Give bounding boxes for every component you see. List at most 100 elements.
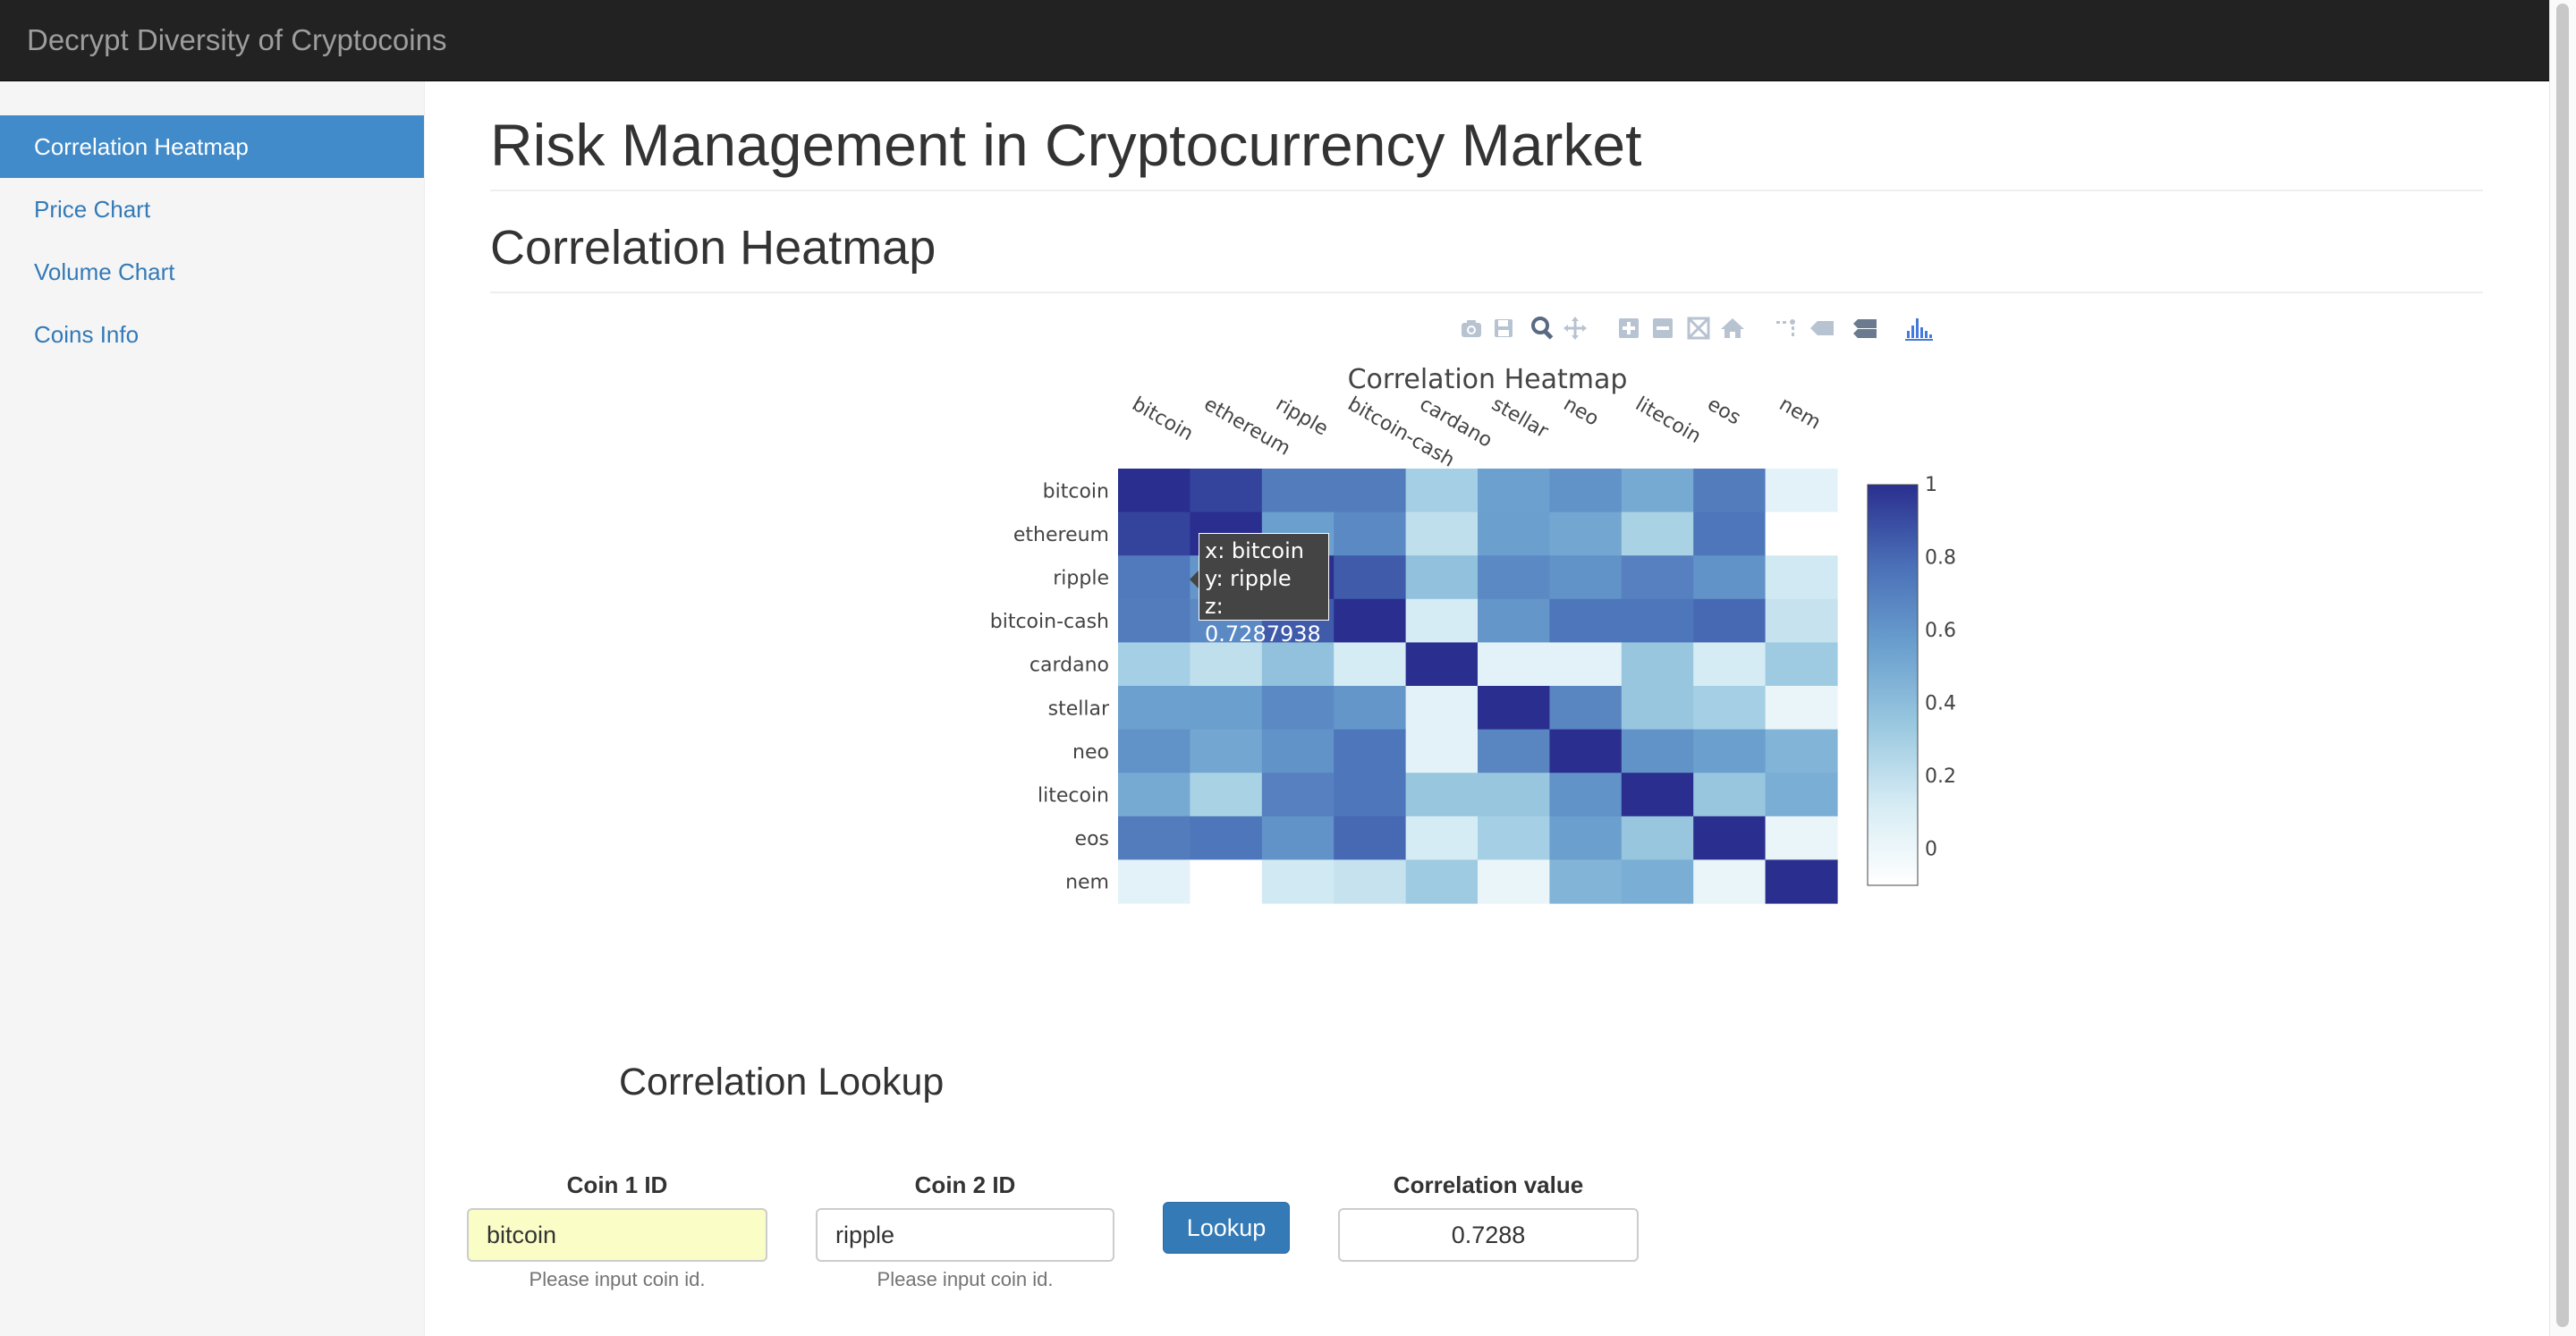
- hover-closest-icon[interactable]: [1807, 313, 1837, 343]
- heatmap-cell-eos-ripple[interactable]: [1261, 816, 1335, 860]
- sidebar-item-volume-chart[interactable]: Volume Chart: [0, 241, 424, 303]
- heatmap-cell-cardano-eos[interactable]: [1693, 642, 1767, 687]
- home-icon[interactable]: [1717, 313, 1748, 343]
- heatmap-cell-bitcoin-litecoin[interactable]: [1621, 469, 1694, 513]
- heatmap-cell-stellar-ethereum[interactable]: [1190, 686, 1263, 731]
- heatmap-cell-eos-litecoin[interactable]: [1621, 816, 1694, 860]
- heatmap-cell-bitcoin-cash-bitcoin-cash[interactable]: [1334, 598, 1407, 643]
- heatmap-cell-nem-litecoin[interactable]: [1621, 859, 1694, 904]
- heatmap-cell-cardano-litecoin[interactable]: [1621, 642, 1694, 687]
- heatmap-cell-bitcoin-ripple[interactable]: [1261, 469, 1335, 513]
- heatmap-cell-ethereum-bitcoin[interactable]: [1118, 512, 1191, 556]
- heatmap-cell-neo-bitcoin[interactable]: [1118, 729, 1191, 774]
- pan-icon[interactable]: [1560, 313, 1590, 343]
- heatmap-cell-nem-cardano[interactable]: [1405, 859, 1479, 904]
- heatmap-cell-ripple-nem[interactable]: [1765, 555, 1838, 600]
- heatmap-cell-ripple-stellar[interactable]: [1478, 555, 1550, 600]
- heatmap-cell-bitcoin-cash-nem[interactable]: [1765, 598, 1838, 643]
- heatmap-cell-litecoin-bitcoin[interactable]: [1118, 773, 1191, 817]
- spike-lines-icon[interactable]: [1771, 313, 1801, 343]
- heatmap-cell-nem-ethereum[interactable]: [1190, 859, 1263, 904]
- sidebar-item-coins-info[interactable]: Coins Info: [0, 303, 424, 366]
- heatmap-cell-litecoin-eos[interactable]: [1693, 773, 1767, 817]
- heatmap-cell-ethereum-cardano[interactable]: [1405, 512, 1479, 556]
- heatmap-cell-neo-ethereum[interactable]: [1190, 729, 1263, 774]
- heatmap-cell-ethereum-eos[interactable]: [1693, 512, 1767, 556]
- heatmap-cell-bitcoin-bitcoin[interactable]: [1118, 469, 1191, 513]
- heatmap-cell-eos-bitcoin[interactable]: [1118, 816, 1191, 860]
- heatmap-cell-bitcoin-cash-stellar[interactable]: [1478, 598, 1550, 643]
- heatmap-cell-cardano-ripple[interactable]: [1261, 642, 1335, 687]
- heatmap-cell-eos-neo[interactable]: [1549, 816, 1623, 860]
- heatmap-cell-bitcoin-stellar[interactable]: [1478, 469, 1550, 513]
- heatmap-cell-bitcoin-cash-cardano[interactable]: [1405, 598, 1479, 643]
- sidebar-item-price-chart[interactable]: Price Chart: [0, 178, 424, 241]
- heatmap-cell-neo-cardano[interactable]: [1405, 729, 1479, 774]
- heatmap-cell-ripple-bitcoin[interactable]: [1118, 555, 1191, 600]
- heatmap-cell-litecoin-ripple[interactable]: [1261, 773, 1335, 817]
- camera-icon[interactable]: [1456, 313, 1487, 343]
- heatmap-cell-cardano-bitcoin[interactable]: [1118, 642, 1191, 687]
- heatmap-cell-ripple-neo[interactable]: [1549, 555, 1623, 600]
- heatmap-cell-cardano-stellar[interactable]: [1478, 642, 1550, 687]
- heatmap-cell-cardano-cardano[interactable]: [1405, 642, 1479, 687]
- heatmap-cell-ethereum-nem[interactable]: [1765, 512, 1838, 556]
- heatmap-cell-stellar-nem[interactable]: [1765, 686, 1838, 731]
- heatmap-cell-litecoin-nem[interactable]: [1765, 773, 1838, 817]
- heatmap-cell-bitcoin-neo[interactable]: [1549, 469, 1623, 513]
- heatmap-cell-eos-nem[interactable]: [1765, 816, 1838, 860]
- heatmap-cell-litecoin-ethereum[interactable]: [1190, 773, 1263, 817]
- heatmap-cell-nem-ripple[interactable]: [1261, 859, 1335, 904]
- heatmap-cell-nem-bitcoin[interactable]: [1118, 859, 1191, 904]
- plotly-logo-icon[interactable]: [1903, 313, 1934, 343]
- heatmap-cell-stellar-cardano[interactable]: [1405, 686, 1479, 731]
- heatmap-cell-neo-eos[interactable]: [1693, 729, 1767, 774]
- app-brand[interactable]: Decrypt Diversity of Cryptocoins: [27, 23, 446, 57]
- heatmap-cell-litecoin-neo[interactable]: [1549, 773, 1623, 817]
- heatmap-cell-eos-eos[interactable]: [1693, 816, 1767, 860]
- heatmap-cell-cardano-bitcoin-cash[interactable]: [1334, 642, 1407, 687]
- heatmap-cell-ripple-eos[interactable]: [1693, 555, 1767, 600]
- scrollbar-thumb[interactable]: [2556, 4, 2569, 1327]
- hover-compare-icon[interactable]: [1850, 313, 1880, 343]
- zoom-icon[interactable]: [1528, 313, 1558, 343]
- heatmap-cell-bitcoin-cardano[interactable]: [1405, 469, 1479, 513]
- heatmap-cell-bitcoin-cash-neo[interactable]: [1549, 598, 1623, 643]
- coin1-input[interactable]: [467, 1208, 767, 1262]
- heatmap-cell-nem-stellar[interactable]: [1478, 859, 1550, 904]
- heatmap-cell-stellar-bitcoin[interactable]: [1118, 686, 1191, 731]
- heatmap-cell-ethereum-stellar[interactable]: [1478, 512, 1550, 556]
- heatmap-cell-stellar-eos[interactable]: [1693, 686, 1767, 731]
- heatmap-cell-stellar-neo[interactable]: [1549, 686, 1623, 731]
- heatmap-cell-neo-litecoin[interactable]: [1621, 729, 1694, 774]
- zoom-in-icon[interactable]: [1614, 313, 1644, 343]
- heatmap-cell-cardano-nem[interactable]: [1765, 642, 1838, 687]
- heatmap-cell-eos-bitcoin-cash[interactable]: [1334, 816, 1407, 860]
- heatmap-cell-litecoin-litecoin[interactable]: [1621, 773, 1694, 817]
- correlation-value-field[interactable]: [1338, 1208, 1639, 1262]
- lookup-button[interactable]: Lookup: [1163, 1202, 1290, 1254]
- coin2-input[interactable]: [816, 1208, 1114, 1262]
- heatmap-cell-bitcoin-cash-eos[interactable]: [1693, 598, 1767, 643]
- zoom-out-icon[interactable]: [1648, 313, 1678, 343]
- heatmap-cell-stellar-ripple[interactable]: [1261, 686, 1335, 731]
- heatmap-cell-nem-bitcoin-cash[interactable]: [1334, 859, 1407, 904]
- heatmap-cell-nem-nem[interactable]: [1765, 859, 1838, 904]
- heatmap-cell-bitcoin-cash-bitcoin[interactable]: [1118, 598, 1191, 643]
- heatmap-cell-litecoin-bitcoin-cash[interactable]: [1334, 773, 1407, 817]
- heatmap-cell-bitcoin-cash-litecoin[interactable]: [1621, 598, 1694, 643]
- heatmap-cell-cardano-ethereum[interactable]: [1190, 642, 1263, 687]
- heatmap-cell-ripple-bitcoin-cash[interactable]: [1334, 555, 1407, 600]
- heatmap-cell-neo-neo[interactable]: [1549, 729, 1623, 774]
- autoscale-icon[interactable]: [1683, 313, 1714, 343]
- heatmap-cell-eos-cardano[interactable]: [1405, 816, 1479, 860]
- heatmap-cell-neo-stellar[interactable]: [1478, 729, 1550, 774]
- heatmap-cell-eos-stellar[interactable]: [1478, 816, 1550, 860]
- heatmap-cell-bitcoin-bitcoin-cash[interactable]: [1334, 469, 1407, 513]
- heatmap-cell-eos-ethereum[interactable]: [1190, 816, 1263, 860]
- correlation-heatmap-chart[interactable]: Correlation Heatmap bitcoin ethereum rippl…: [948, 354, 2021, 926]
- heatmap-cell-neo-ripple[interactable]: [1261, 729, 1335, 774]
- heatmap-cell-litecoin-cardano[interactable]: [1405, 773, 1479, 817]
- heatmap-cell-ethereum-litecoin[interactable]: [1621, 512, 1694, 556]
- sidebar-item-correlation-heatmap[interactable]: Correlation Heatmap: [0, 115, 424, 178]
